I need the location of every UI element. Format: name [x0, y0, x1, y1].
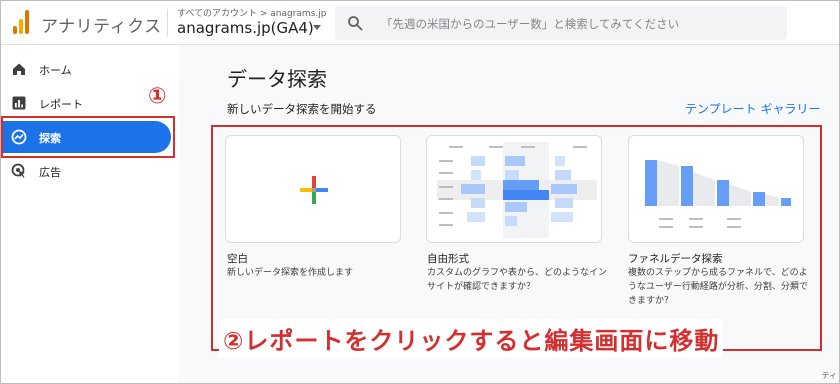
- sidebar-item-label: レポート: [39, 98, 83, 111]
- app-frame: アナリティクス すべてのアカウント > anagrams.jp anagrams…: [0, 0, 840, 384]
- header-divider: [167, 9, 168, 37]
- annotation-step-1: ①: [148, 84, 167, 109]
- ads-icon: [11, 163, 25, 178]
- analytics-logo-icon[interactable]: [13, 10, 29, 34]
- template-gallery-link[interactable]: テンプレート ギャラリー: [685, 100, 820, 117]
- corner-label: ティ: [821, 371, 837, 380]
- bar-chart-icon: [12, 96, 26, 110]
- sidebar-item-label: 広告: [39, 166, 61, 179]
- search-bar[interactable]: 「先週の米国からのユーザー数」と検索してみてください: [335, 6, 787, 40]
- section-heading: 新しいデータ探索を開始する: [227, 102, 377, 116]
- account-breadcrumb[interactable]: すべてのアカウント > anagrams.jp: [177, 6, 326, 19]
- app-title: アナリティクス: [41, 17, 162, 37]
- sidebar-item-label: ホーム: [39, 64, 72, 77]
- annotation-step-2: ②レポートをクリックすると編集画面に移動: [219, 319, 724, 358]
- sidebar-item-reports[interactable]: レポート: [1, 87, 171, 119]
- main-content: データ探索 新しいデータ探索を開始する テンプレート ギャラリー 空白 新しいデ…: [179, 45, 839, 383]
- annotation-box-explore: [1, 116, 175, 158]
- sidebar-item-ads[interactable]: 広告: [1, 155, 171, 187]
- chevron-down-icon[interactable]: [313, 25, 321, 30]
- search-icon: [348, 16, 363, 31]
- top-header: アナリティクス すべてのアカウント > anagrams.jp anagrams…: [1, 1, 839, 45]
- annotation-box-templates: [211, 125, 822, 351]
- property-selector[interactable]: anagrams.jp(GA4): [177, 19, 314, 37]
- sidebar-item-home[interactable]: ホーム: [1, 53, 171, 85]
- search-input[interactable]: 「先週の米国からのユーザー数」と検索してみてください: [381, 16, 679, 32]
- home-icon: [13, 63, 25, 75]
- page-title: データ探索: [227, 67, 327, 91]
